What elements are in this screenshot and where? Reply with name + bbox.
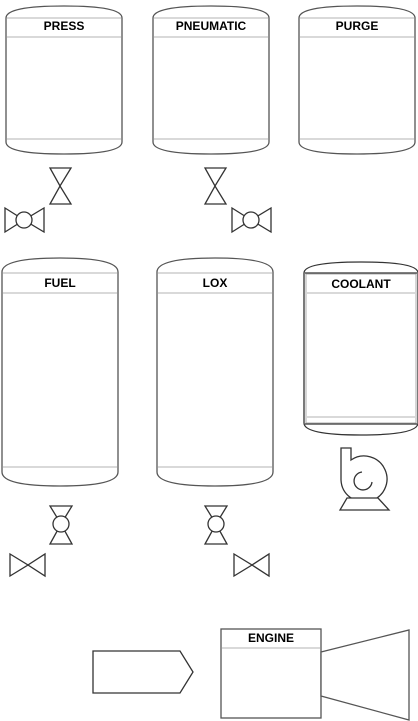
purge-tank[interactable]: PURGE bbox=[298, 5, 416, 155]
lox-tank-label: LOX bbox=[203, 276, 228, 290]
diagram-svg: PRESS PNEUMATIC PURGE FUEL LOX COOLANT E… bbox=[1, 5, 418, 721]
press-motor-valve[interactable] bbox=[4, 206, 45, 234]
press-tank[interactable]: PRESS bbox=[5, 5, 123, 155]
lox-tank[interactable]: LOX bbox=[156, 257, 274, 487]
fuel-motor-valve[interactable] bbox=[48, 505, 74, 545]
engine[interactable]: ENGINE bbox=[220, 628, 410, 721]
pid-diagram: PRESS PNEUMATIC PURGE FUEL LOX COOLANT E… bbox=[0, 0, 418, 721]
lox-motor-valve[interactable] bbox=[203, 505, 229, 545]
injector-block[interactable] bbox=[92, 650, 194, 694]
coolant-pump[interactable] bbox=[338, 447, 391, 511]
engine-label: ENGINE bbox=[248, 631, 294, 645]
pneumatic-vertical-valve[interactable] bbox=[203, 167, 228, 205]
pneumatic-motor-valve[interactable] bbox=[231, 206, 272, 234]
pneumatic-tank-label: PNEUMATIC bbox=[176, 19, 247, 33]
coolant-tank[interactable]: COOLANT bbox=[303, 261, 418, 436]
press-vertical-valve[interactable] bbox=[48, 167, 73, 205]
pneumatic-tank[interactable]: PNEUMATIC bbox=[152, 5, 270, 155]
engine-nozzle bbox=[320, 629, 410, 721]
fuel-tank-label: FUEL bbox=[44, 276, 75, 290]
press-tank-label: PRESS bbox=[44, 19, 85, 33]
lox-horizontal-valve[interactable] bbox=[233, 552, 270, 578]
fuel-tank[interactable]: FUEL bbox=[1, 257, 119, 487]
purge-tank-label: PURGE bbox=[336, 19, 379, 33]
coolant-tank-label: COOLANT bbox=[331, 277, 391, 291]
fuel-horizontal-valve[interactable] bbox=[9, 552, 46, 578]
